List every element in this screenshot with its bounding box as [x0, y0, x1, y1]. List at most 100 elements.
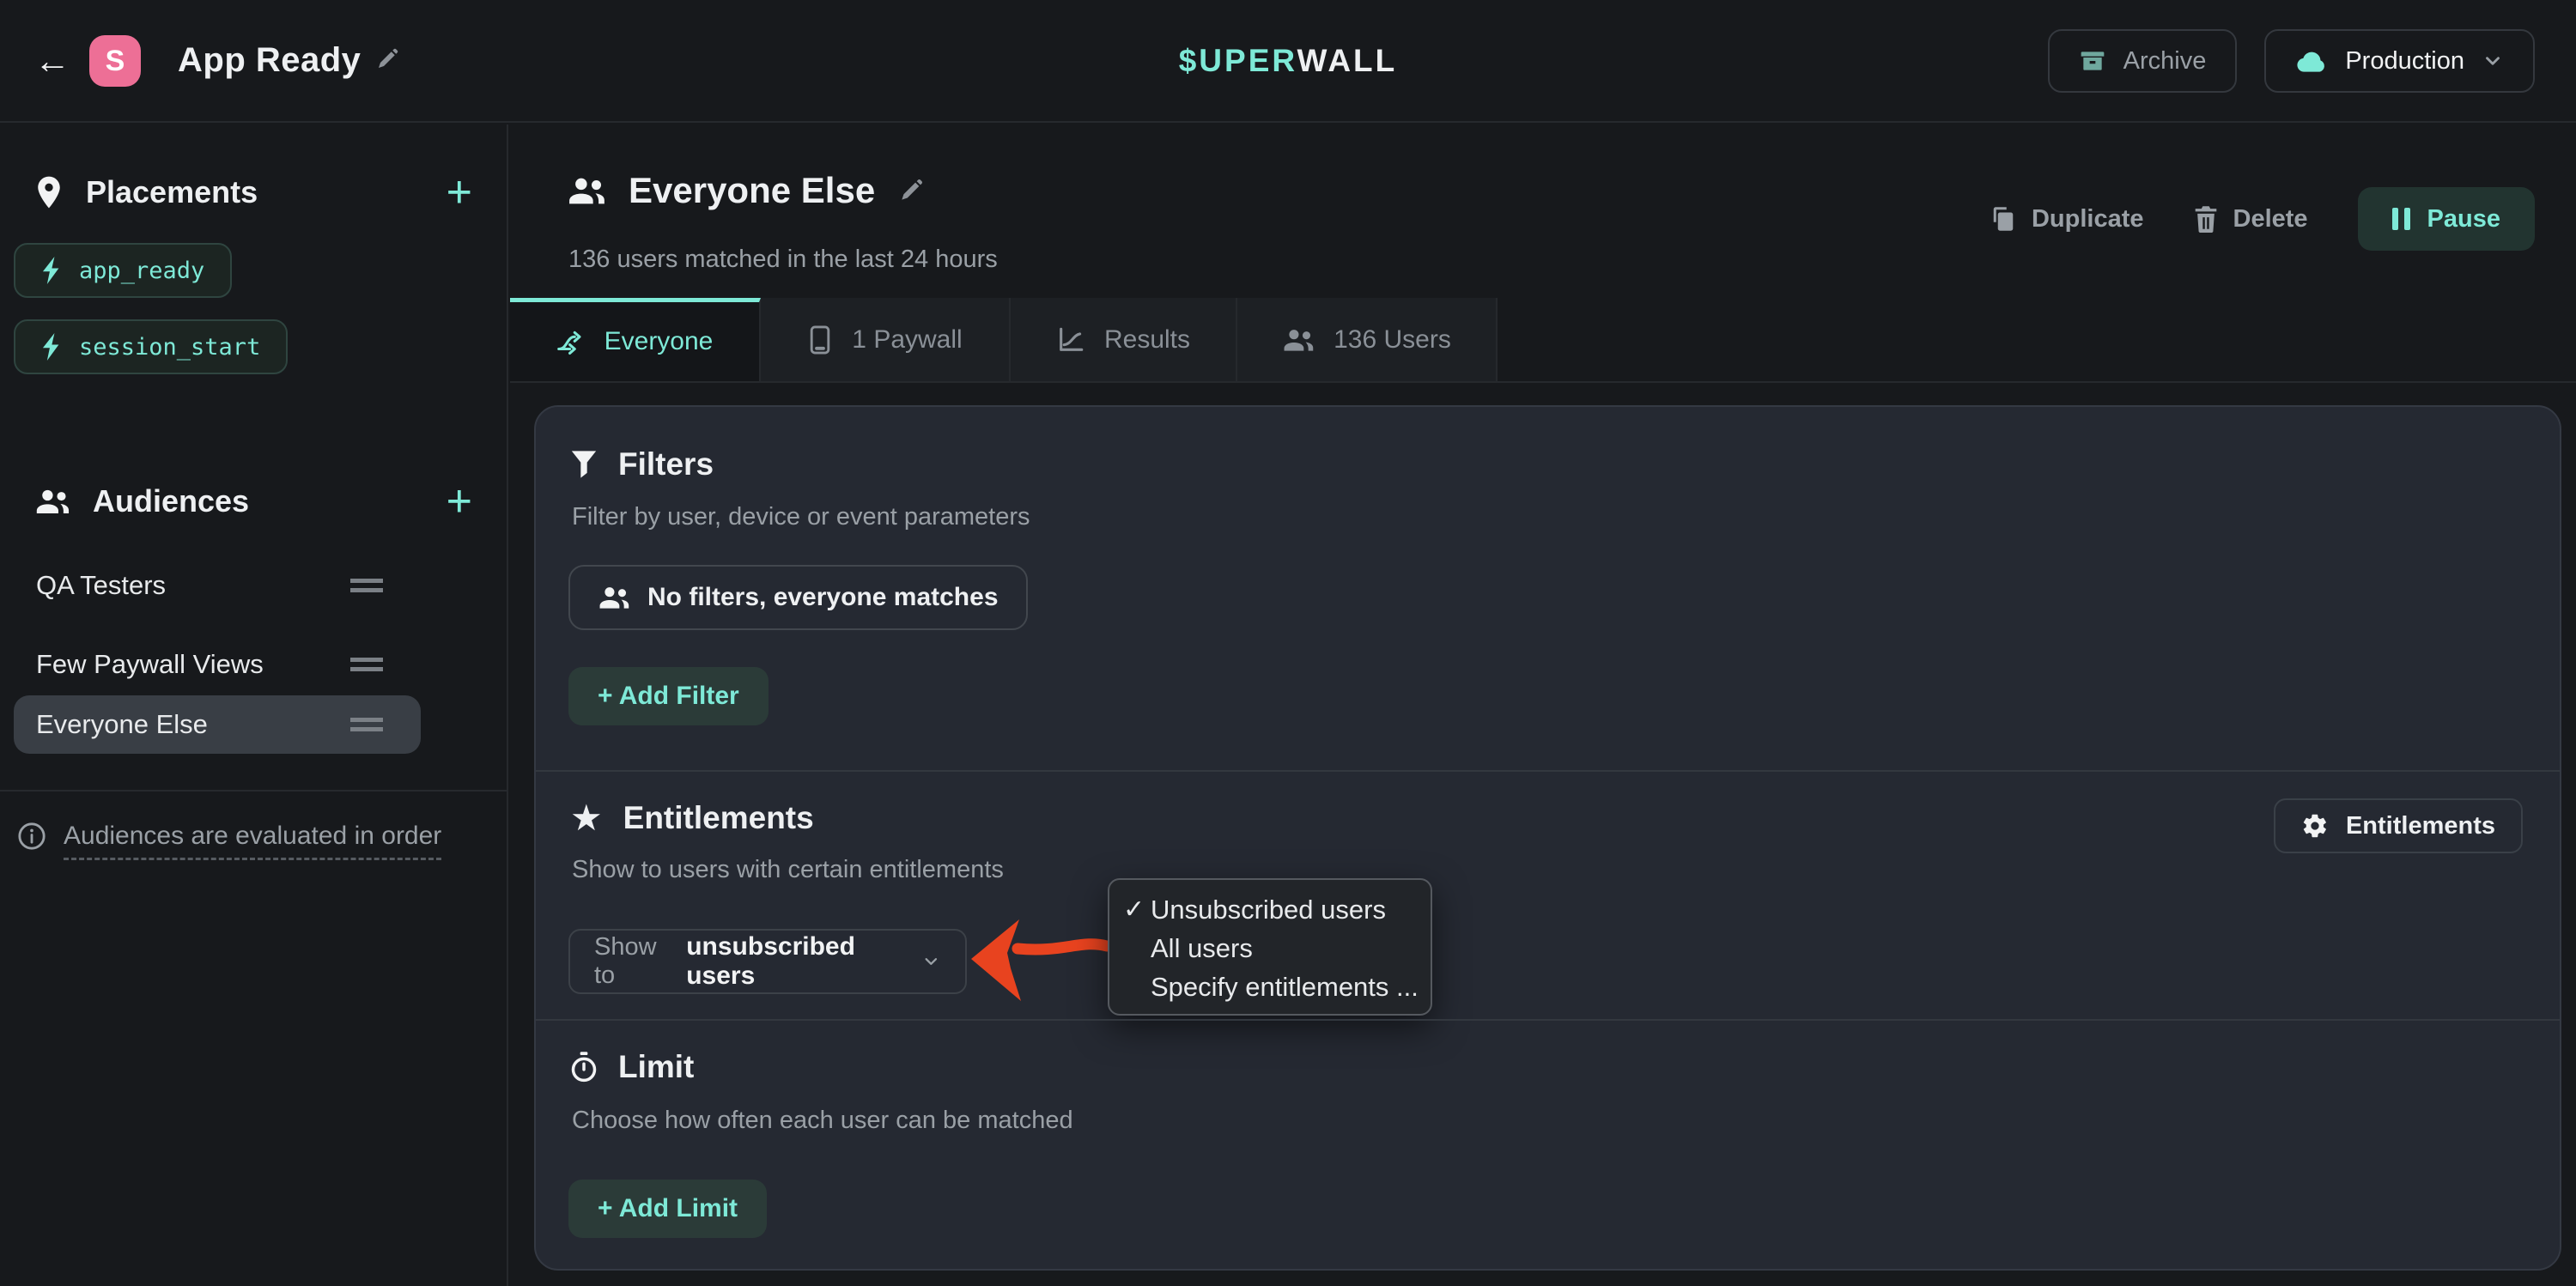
menu-item-label: All users [1151, 933, 1253, 964]
superwall-logo: $UPERWALL [1179, 43, 1398, 79]
audience-actions: Duplicate Delete Pause [1990, 187, 2535, 251]
no-filters-chip[interactable]: No filters, everyone matches [568, 565, 1028, 630]
app-title: App Ready [178, 41, 361, 80]
manage-entitlements-label: Entitlements [2346, 812, 2495, 840]
split-arrows-icon [556, 327, 586, 356]
add-placement-button[interactable]: + [447, 175, 472, 209]
pause-label: Pause [2427, 205, 2500, 234]
delete-button[interactable]: Delete [2194, 205, 2308, 234]
tab-label: Results [1104, 325, 1190, 355]
archive-box-icon [2079, 47, 2106, 75]
bolt-icon [41, 257, 64, 284]
environment-label: Production [2345, 47, 2464, 76]
info-icon [17, 822, 46, 851]
tab-users[interactable]: 136 Users [1237, 298, 1498, 381]
placement-label: app_ready [79, 258, 204, 284]
audience-item-qa-testers[interactable]: QA Testers [14, 558, 421, 613]
duplicate-label: Duplicate [2032, 205, 2144, 234]
drag-handle-icon[interactable] [350, 579, 383, 592]
chart-icon [1056, 325, 1085, 355]
placement-label: session_start [79, 334, 260, 361]
audience-label: Everyone Else [36, 709, 208, 740]
menu-item-all-users[interactable]: All users [1109, 929, 1431, 968]
audiences-header: Audiences + [34, 483, 472, 519]
tab-label: 1 Paywall [852, 325, 962, 355]
star-icon: ★ [570, 800, 603, 836]
audience-page-title-row: Everyone Else [567, 170, 925, 211]
entitlements-subtitle: Show to users with certain entitlements [572, 856, 1004, 884]
tab-everyone[interactable]: Everyone [510, 298, 761, 381]
people-icon [598, 585, 630, 610]
section-divider [536, 1019, 2560, 1021]
people-icon [1282, 327, 1315, 353]
drag-handle-icon[interactable] [350, 718, 383, 731]
placement-item-session-start[interactable]: session_start [14, 319, 288, 374]
tab-paywall[interactable]: 1 Paywall [761, 298, 1011, 381]
pause-button[interactable]: Pause [2358, 187, 2535, 251]
logo-accent-part: $UPER [1179, 43, 1297, 78]
chevron-down-icon [2482, 50, 2504, 72]
page-title: Everyone Else [629, 170, 875, 211]
tab-label: 136 Users [1334, 325, 1451, 355]
section-divider [536, 770, 2560, 772]
phone-icon [807, 325, 833, 355]
limit-header: Limit [570, 1049, 694, 1085]
back-arrow-icon[interactable]: ← [34, 43, 70, 79]
no-filters-label: No filters, everyone matches [647, 583, 999, 612]
sidebar: Placements + app_ready session_start Aud… [0, 124, 508, 1286]
audience-tabs: Everyone 1 Paywall Results 136 Users [510, 298, 2576, 383]
add-filter-button[interactable]: + Add Filter [568, 667, 769, 725]
menu-item-label: Unsubscribed users [1151, 895, 1386, 925]
delete-label: Delete [2233, 205, 2308, 234]
add-audience-button[interactable]: + [447, 484, 472, 519]
dropdown-value: unsubscribed users [686, 932, 899, 991]
entitlements-title: Entitlements [623, 800, 814, 836]
dropdown-prefix: Show to [594, 933, 672, 990]
bolt-icon [41, 333, 64, 361]
audience-config-card: Filters Filter by user, device or event … [534, 405, 2561, 1271]
app-initial: S [106, 45, 125, 78]
edit-title-icon[interactable] [897, 177, 925, 204]
trash-icon [2194, 205, 2218, 233]
gear-icon [2301, 812, 2329, 840]
chevron-down-icon [921, 950, 941, 973]
pause-icon [2392, 208, 2410, 230]
limit-subtitle: Choose how often each user can be matche… [572, 1107, 1073, 1135]
audience-item-few-paywall-views[interactable]: Few Paywall Views [14, 637, 421, 692]
menu-item-unsubscribed-users[interactable]: ✓ Unsubscribed users [1109, 890, 1431, 929]
edit-app-title-icon[interactable] [374, 46, 400, 72]
placement-item-app-ready[interactable]: app_ready [14, 243, 232, 298]
limit-title: Limit [618, 1049, 694, 1085]
map-pin-icon [34, 175, 64, 209]
placements-title: Placements [86, 174, 258, 210]
filters-title: Filters [618, 446, 714, 482]
filters-subtitle: Filter by user, device or event paramete… [572, 503, 1030, 531]
entitlements-header: ★ Entitlements [570, 800, 814, 836]
archive-button[interactable]: Archive [2048, 29, 2238, 93]
manage-entitlements-button[interactable]: Entitlements [2274, 798, 2523, 853]
stopwatch-icon [570, 1051, 598, 1083]
entitlements-menu: ✓ Unsubscribed users All users Specify e… [1108, 878, 1432, 1016]
duplicate-button[interactable]: Duplicate [1990, 205, 2144, 234]
audience-label: Few Paywall Views [36, 649, 264, 680]
topbar: ← S App Ready $UPERWALL Archive Producti… [0, 0, 2576, 123]
placements-header: Placements + [34, 174, 472, 210]
filter-funnel-icon [570, 450, 598, 479]
app-logo: S [89, 35, 141, 87]
check-icon: ✓ [1123, 895, 1145, 925]
audiences-title: Audiences [93, 483, 249, 519]
people-icon [567, 175, 606, 206]
drag-handle-icon[interactable] [350, 658, 383, 671]
matched-users-subtitle: 136 users matched in the last 24 hours [568, 246, 998, 274]
copy-icon [1990, 206, 2016, 232]
logo-rest-part: WALL [1297, 43, 1397, 78]
cloud-icon [2295, 48, 2328, 74]
tab-results[interactable]: Results [1011, 298, 1237, 381]
people-icon [34, 487, 70, 516]
add-limit-button[interactable]: + Add Limit [568, 1180, 767, 1238]
audience-item-everyone-else[interactable]: Everyone Else [14, 695, 421, 754]
environment-selector[interactable]: Production [2264, 29, 2535, 93]
show-to-dropdown[interactable]: Show to unsubscribed users [568, 929, 967, 994]
menu-item-specify-entitlements[interactable]: Specify entitlements ... [1109, 968, 1431, 1006]
annotation-arrow [968, 915, 1112, 1006]
